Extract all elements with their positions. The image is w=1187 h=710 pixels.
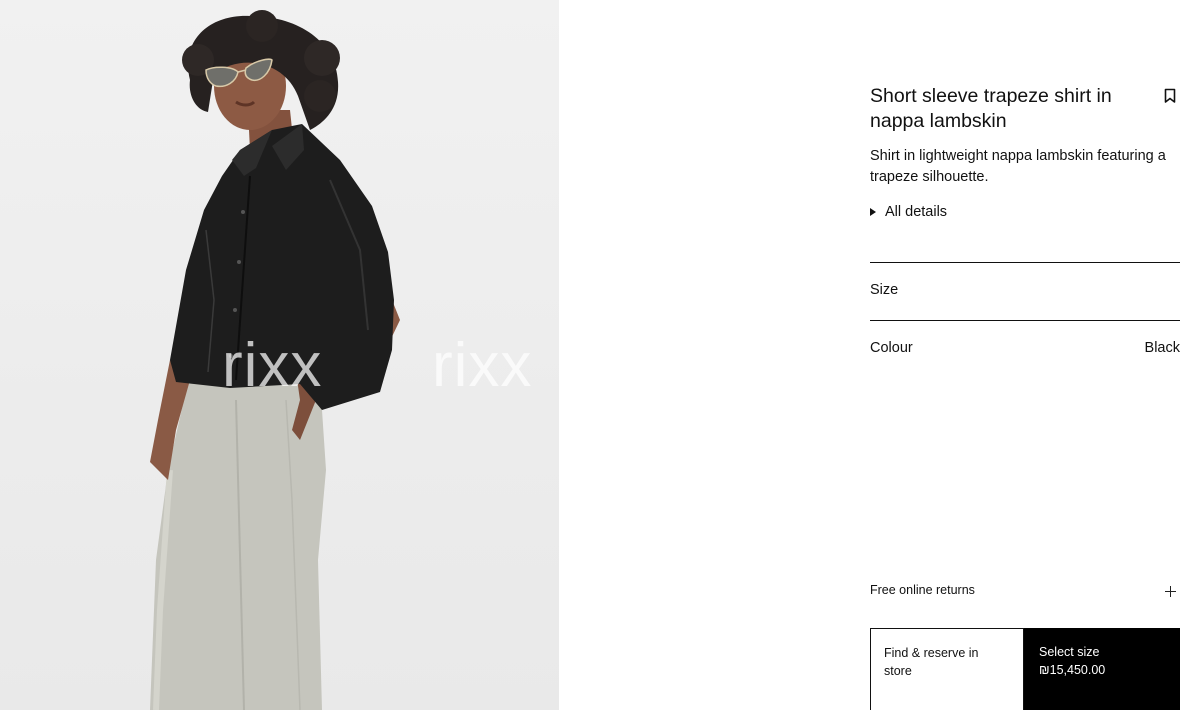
select-size-label: Select size <box>1039 645 1100 659</box>
product-description: Shirt in lightweight nappa lambskin feat… <box>870 148 1166 185</box>
triangle-right-icon <box>870 208 876 216</box>
find-reserve-in-store-button[interactable]: Find & reserve in store <box>870 628 1024 710</box>
all-details-label: All details <box>885 204 948 220</box>
colour-label: Colour <box>870 340 913 356</box>
price: ₪15,450.00 <box>1039 663 1106 677</box>
size-selector[interactable]: Size <box>870 263 1180 319</box>
colour-value: Black <box>1144 340 1180 356</box>
find-reserve-label: Find & reserve in store <box>884 646 979 678</box>
product-image[interactable]: rixx rixx <box>0 0 559 710</box>
product-details-panel: Short sleeve trapeze shirt in nappa lamb… <box>870 0 1180 710</box>
plus-icon <box>1165 586 1176 597</box>
select-size-button[interactable]: Select size ₪15,450.00 <box>1024 628 1180 710</box>
all-details-toggle[interactable]: All details <box>870 204 947 220</box>
bookmark-icon[interactable] <box>1164 88 1176 104</box>
free-returns-label: Free online returns <box>870 583 975 597</box>
product-title: Short sleeve trapeze shirt in nappa lamb… <box>870 85 1112 132</box>
colour-row: Colour Black <box>870 321 1180 377</box>
size-label: Size <box>870 282 899 298</box>
watermark-text: rixx <box>432 331 533 400</box>
free-returns-accordion[interactable]: Free online returns <box>870 578 1180 604</box>
product-page: rixx rixx Short sleeve trapeze shirt in … <box>0 0 1187 710</box>
watermark-text: rixx <box>222 331 323 400</box>
